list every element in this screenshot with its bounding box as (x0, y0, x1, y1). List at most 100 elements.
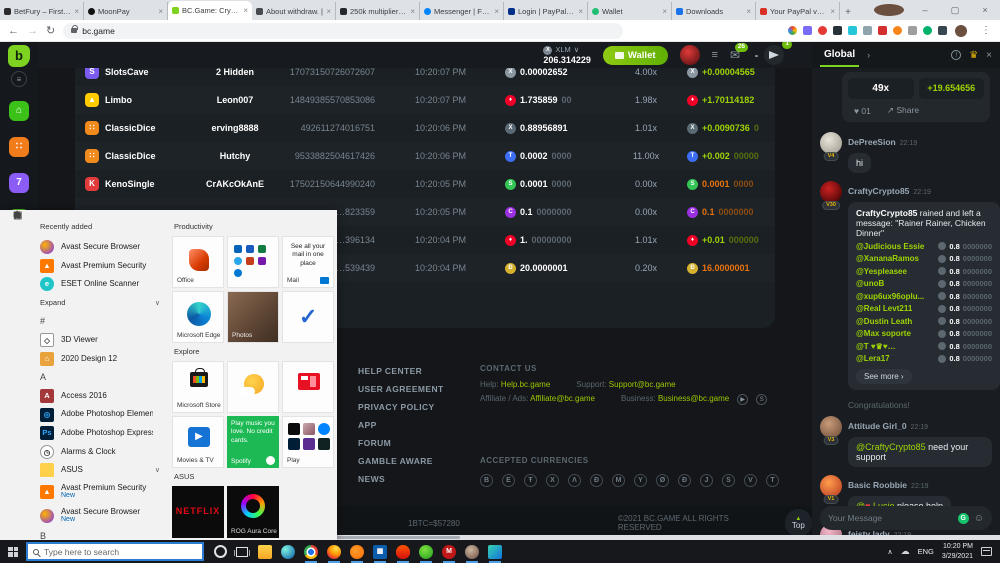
start-menu-item[interactable]: Avast Secure Browser (38, 238, 166, 257)
task-view-icon[interactable] (236, 547, 248, 557)
start-menu-item[interactable]: Ps Adobe Photoshop Express (38, 424, 166, 443)
extension-icon[interactable] (878, 26, 887, 35)
chat-username[interactable]: DePreeSion22:19 (848, 137, 917, 147)
tile-store[interactable]: Microsoft Store (172, 361, 224, 413)
browser-tab[interactable]: Wallet × (588, 2, 672, 20)
bcgame-logo[interactable]: b (8, 45, 30, 67)
dice-game-icon[interactable]: ∷ (9, 137, 29, 157)
like-button[interactable]: ♥ 01 (854, 106, 871, 116)
address-bar[interactable]: bc.game (63, 23, 623, 39)
window-profile-icon[interactable] (874, 4, 904, 16)
tile-weather[interactable] (227, 361, 279, 413)
recipient-name[interactable]: @Judicious Essie (856, 242, 924, 251)
start-menu-item[interactable]: B (38, 528, 166, 540)
slots-icon[interactable]: 7 (9, 173, 29, 193)
chevron-right-icon[interactable]: › (867, 50, 870, 60)
cortana-icon[interactable] (214, 545, 227, 558)
window-maximize-button[interactable]: ▢ (940, 0, 970, 20)
extension-icon[interactable] (833, 26, 842, 35)
tile-office[interactable]: Office (172, 236, 224, 288)
start-menu-item[interactable]: A Access 2016 (38, 387, 166, 406)
start-menu-item[interactable]: e ESET Online Scanner (38, 275, 166, 294)
tile-netflix[interactable]: NETFLIX (172, 486, 224, 538)
table-row[interactable]: ▲Limbo Leon007 14849385570853086 10:20:0… (75, 86, 775, 114)
start-menu-item[interactable]: ASUS ∨ (38, 461, 166, 480)
avatar[interactable]: V30 (820, 181, 842, 203)
chat-input[interactable]: Your Message G ☺ (820, 506, 992, 530)
extension-icon[interactable] (938, 26, 947, 35)
start-menu-item[interactable]: Avast Secure BrowserNew (38, 504, 166, 528)
affiliate-link[interactable]: Affiliate@bc.game (530, 394, 595, 403)
tab-close-icon[interactable]: × (74, 7, 79, 16)
table-row[interactable]: KKenoSingle CrAKcOkAnE 17502150644990240… (75, 170, 775, 198)
chat-toggle-icon[interactable]: 1 (764, 45, 784, 65)
extension-icon[interactable] (923, 26, 932, 35)
avg-icon[interactable] (419, 545, 433, 559)
start-menu-item[interactable]: Expand ∨ (38, 294, 166, 313)
tile-news[interactable] (282, 361, 334, 413)
start-menu-item[interactable]: ▲ Avast Premium SecurityNew (38, 480, 166, 504)
forward-button[interactable]: → (27, 25, 38, 37)
game-cell[interactable]: ∷ClassicDice (85, 121, 195, 135)
avast-icon[interactable] (350, 545, 364, 559)
start-menu-item[interactable]: ◷ Alarms & Clock (38, 443, 166, 462)
help-link[interactable]: Help.bc.game (501, 380, 550, 389)
action-center-icon[interactable] (981, 547, 992, 556)
start-button[interactable] (0, 540, 26, 563)
recipient-name[interactable]: @Max soporte (856, 329, 911, 338)
game-cell[interactable]: ∷ClassicDice (85, 149, 195, 163)
recipient-name[interactable]: @unoB (856, 279, 884, 288)
business-link[interactable]: Business@bc.game (658, 394, 729, 403)
grammarly-icon[interactable]: G (958, 513, 969, 524)
tab-close-icon[interactable]: × (830, 7, 835, 16)
chat-username[interactable]: CraftyCrypto8522:19 (848, 186, 931, 196)
avatar[interactable]: V3 (820, 416, 842, 438)
browser-tab[interactable]: BetFury – First i-G × (0, 2, 84, 20)
tab-close-icon[interactable]: × (494, 7, 499, 16)
table-row[interactable]: ∷ClassicDice Hutchy 9533882504617426 10:… (75, 142, 775, 170)
photos-app-icon[interactable] (488, 545, 502, 559)
chat-username[interactable]: Attitude Girl_022:19 (848, 421, 928, 431)
tile-group-title[interactable]: Productivity (174, 222, 337, 231)
onedrive-icon[interactable]: ☁ (901, 546, 910, 557)
browser-tab[interactable]: About withdraw. | × (252, 2, 336, 20)
browser-tab[interactable]: Messenger | Face × (420, 2, 504, 20)
file-explorer-icon[interactable] (258, 545, 272, 559)
game-cell[interactable]: KKenoSingle (85, 177, 195, 191)
avatar[interactable]: V1 (820, 475, 842, 497)
footer-link[interactable]: HELP CENTER (358, 366, 444, 376)
browser-menu-icon[interactable]: ⋮ (981, 25, 992, 36)
chat-rules-icon[interactable]: ! (951, 50, 961, 60)
inbox-icon[interactable]: ✉26 (730, 48, 740, 62)
tile-office-apps[interactable] (227, 236, 279, 288)
window-minimize-button[interactable]: – (910, 0, 940, 20)
extension-icon[interactable] (803, 26, 812, 35)
tab-close-icon[interactable]: × (326, 7, 331, 16)
window-close-button[interactable]: × (970, 0, 1000, 20)
trophy-icon[interactable]: ♛ (969, 50, 978, 61)
recipient-name[interactable]: @Dustin Leath (856, 317, 912, 326)
browser-tab[interactable]: Login | PayPal Pre × (504, 2, 588, 20)
mention[interactable]: @CraftyCrypto85 (856, 442, 926, 452)
profile-avatar[interactable] (955, 25, 967, 37)
recipient-name[interactable]: @T ♥♛♥… (856, 342, 896, 351)
recipient-name[interactable]: @Yespleasee (856, 267, 907, 276)
footer-link[interactable]: GAMBLE AWARE (358, 456, 444, 466)
telegram-icon[interactable]: ▶ (737, 394, 748, 405)
mcafee-icon[interactable]: M (442, 545, 456, 559)
start-menu-item[interactable]: ⌂ 2020 Design 12 (38, 350, 166, 369)
extension-icon[interactable] (848, 26, 857, 35)
start-menu-item[interactable]: ▲ Avast Premium Security (38, 257, 166, 276)
footer-link[interactable]: FORUM (358, 438, 444, 448)
browser-tab[interactable]: BC.Game: Crypto C × (168, 1, 252, 20)
player-name[interactable]: Hutchy (195, 151, 275, 161)
new-tab-button[interactable]: + (840, 4, 856, 20)
skype-icon[interactable]: S (756, 394, 767, 405)
tile-photos[interactable]: Photos (227, 291, 279, 343)
browser-tab[interactable]: MoonPay × (84, 2, 168, 20)
table-row[interactable]: ∷ClassicDice erving8888 492611274016751 … (75, 114, 775, 142)
browser-tab[interactable]: Downloads × (672, 2, 756, 20)
hidden-icons-chevron[interactable]: ∧ (887, 548, 892, 556)
chat-username[interactable]: Basic Roobbie22:19 (848, 480, 929, 490)
recipient-name[interactable]: @Lera17 (856, 354, 890, 363)
